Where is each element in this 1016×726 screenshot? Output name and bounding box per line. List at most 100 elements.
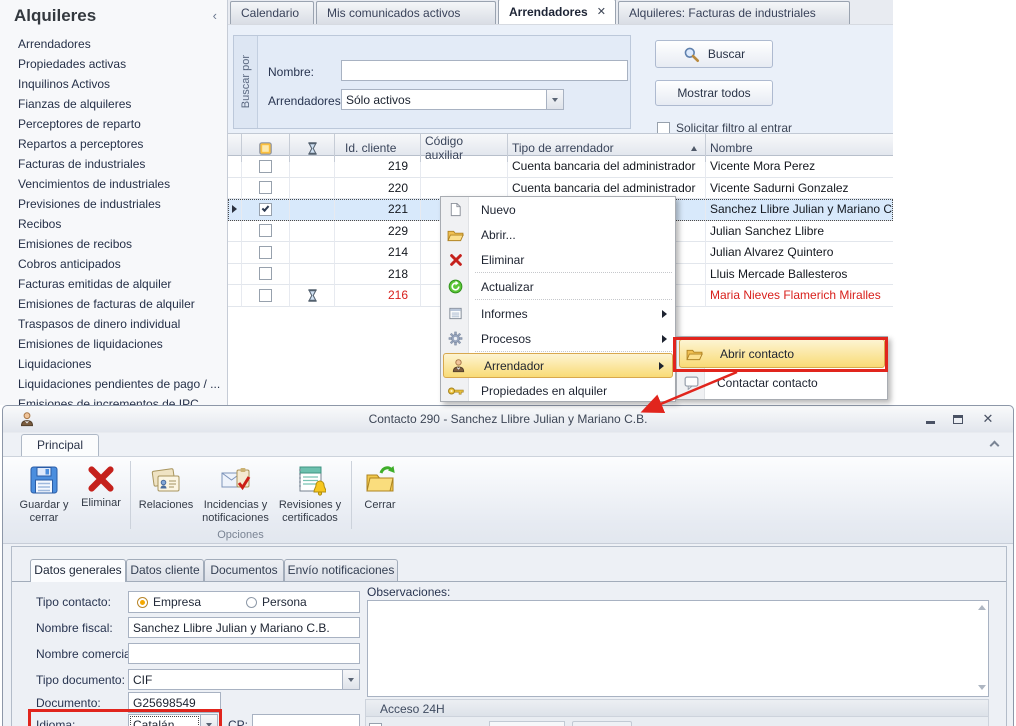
header-select-column[interactable] xyxy=(242,134,290,162)
maximize-button[interactable] xyxy=(947,411,969,427)
menu-item-procesos[interactable]: Procesos xyxy=(441,326,675,351)
col-nombre[interactable]: Nombre xyxy=(706,134,893,162)
sidebar-item-repartos-perceptores[interactable]: Repartos a perceptores xyxy=(0,134,227,154)
tab-alquileres-facturas[interactable]: Alquileres: Facturas de industriales xyxy=(618,1,850,24)
sidebar-item-liquidaciones-pendientes[interactable]: Liquidaciones pendientes de pago / ... xyxy=(0,374,227,394)
tab-envio-notificaciones[interactable]: Envío notificaciones xyxy=(284,559,398,581)
mostrar-todos-button[interactable]: Mostrar todos xyxy=(655,80,773,106)
arrendadores-select[interactable]: Sólo activos xyxy=(341,89,564,110)
ribbon-button-eliminar[interactable]: Eliminar xyxy=(77,461,125,535)
dropdown-arrow-icon[interactable] xyxy=(342,670,359,689)
sidebar-item-recibos[interactable]: Recibos xyxy=(0,214,227,234)
col-tipo-arrendador[interactable]: Tipo de arrendador xyxy=(508,134,706,162)
menu-item-nuevo[interactable]: Nuevo xyxy=(441,197,675,222)
collapse-ribbon-icon[interactable] xyxy=(991,442,999,450)
header-indicator-column xyxy=(228,134,242,162)
menu-item-arrendador[interactable]: Arrendador xyxy=(443,353,673,378)
delete-x-icon xyxy=(449,253,463,267)
dropdown-arrow-icon[interactable] xyxy=(546,90,563,109)
row-selector-checkbox[interactable] xyxy=(259,160,272,173)
sidebar-item-previsiones-industriales[interactable]: Previsiones de industriales xyxy=(0,194,227,214)
tab-close-icon[interactable]: ✕ xyxy=(597,0,606,24)
row-selector-checkbox[interactable] xyxy=(259,289,272,302)
cp-input[interactable] xyxy=(252,714,360,726)
cell-nombre: Sanchez Llibre Julian y Mariano C.B. xyxy=(706,199,893,221)
ribbon-button-incidencias[interactable]: Incidencias y notificaciones xyxy=(199,461,272,535)
menu-item-informes[interactable]: Informes xyxy=(441,301,675,326)
ribbon-button-guardar-cerrar[interactable]: Guardar y cerrar xyxy=(15,461,73,535)
dialog-titlebar[interactable]: Contacto 290 - Sanchez Llibre Julian y M… xyxy=(3,406,1013,433)
observaciones-textarea[interactable] xyxy=(367,600,989,697)
speech-bubble-icon xyxy=(684,376,699,390)
header-select-all-icon xyxy=(259,142,272,155)
submenu-item-abrir-contacto[interactable]: Abrir contacto xyxy=(679,339,885,368)
documento-input[interactable] xyxy=(128,692,221,713)
sidebar-item-facturas-industriales[interactable]: Facturas de industriales xyxy=(0,154,227,174)
contrasena-button[interactable]: Contraseña xyxy=(572,721,632,726)
minimize-button[interactable] xyxy=(919,411,941,427)
tab-calendario[interactable]: Calendario xyxy=(230,1,314,24)
nombre-comercial-input[interactable] xyxy=(128,643,360,664)
nombre-fiscal-input[interactable] xyxy=(128,617,360,638)
observaciones-box xyxy=(367,600,989,697)
radio-persona[interactable] xyxy=(246,597,257,608)
dropdown-arrow-icon[interactable] xyxy=(200,715,217,726)
tab-datos-cliente[interactable]: Datos cliente xyxy=(126,559,204,581)
ribbon-button-relaciones[interactable]: Relaciones xyxy=(137,461,195,535)
sidebar-item-liquidaciones[interactable]: Liquidaciones xyxy=(0,354,227,374)
arrendadores-label: Arrendadores: xyxy=(268,94,344,108)
menu-item-propiedades[interactable]: Propiedades en alquiler xyxy=(441,378,675,403)
row-indicator-icon xyxy=(232,205,237,213)
sidebar-item-arrendadores[interactable]: Arrendadores xyxy=(0,34,227,54)
login-input[interactable] xyxy=(489,721,565,726)
sidebar-item-propiedades-activas[interactable]: Propiedades activas xyxy=(0,54,227,74)
header-pending-column[interactable] xyxy=(290,134,335,162)
sidebar-item-vencimientos-industriales[interactable]: Vencimientos de industriales xyxy=(0,174,227,194)
tipo-documento-select[interactable]: CIF xyxy=(128,669,360,690)
row-selector-checkbox[interactable] xyxy=(259,267,272,280)
ribbon-button-cerrar[interactable]: Cerrar xyxy=(357,461,403,535)
ribbon-tab-principal[interactable]: Principal xyxy=(21,434,99,456)
scroll-up-icon[interactable] xyxy=(978,605,986,610)
mostrar-todos-label: Mostrar todos xyxy=(677,86,750,100)
cell-id: 221 xyxy=(335,199,421,221)
sidebar-item-perceptores-reparto[interactable]: Perceptores de reparto xyxy=(0,114,227,134)
acceso-header: Acceso 24H xyxy=(366,700,988,717)
submenu-item-contactar-contacto[interactable]: Contactar contacto xyxy=(677,368,887,397)
nombre-input[interactable] xyxy=(341,60,628,81)
close-button[interactable]: ✕ xyxy=(977,411,999,427)
sidebar-title: Alquileres xyxy=(14,6,96,26)
sidebar-item-emisiones-recibos[interactable]: Emisiones de recibos xyxy=(0,234,227,254)
idioma-select[interactable]: Catalán xyxy=(128,714,218,726)
col-codigo-auxiliar[interactable]: Código auxiliar xyxy=(421,134,508,162)
tab-datos-generales[interactable]: Datos generales xyxy=(30,559,126,582)
ribbon-button-revisiones[interactable]: Revisiones y certificados xyxy=(274,461,346,535)
scroll-down-icon[interactable] xyxy=(978,685,986,690)
menu-item-actualizar[interactable]: Actualizar xyxy=(441,274,675,299)
app-window: Alquileres ‹ Arrendadores Propiedades ac… xyxy=(0,0,1016,726)
open-folder-icon xyxy=(447,229,464,242)
row-selector-checkbox[interactable] xyxy=(259,224,272,237)
menu-item-eliminar[interactable]: Eliminar xyxy=(441,247,675,272)
sidebar-item-facturas-emitidas[interactable]: Facturas emitidas de alquiler xyxy=(0,274,227,294)
sidebar-item-inquilinos-activos[interactable]: Inquilinos Activos xyxy=(0,74,227,94)
row-selector-checkbox[interactable] xyxy=(259,181,272,194)
sidebar-item-emisiones-liquidaciones[interactable]: Emisiones de liquidaciones xyxy=(0,334,227,354)
sidebar-item-fianzas[interactable]: Fianzas de alquileres xyxy=(0,94,227,114)
tab-documentos[interactable]: Documentos xyxy=(204,559,284,581)
buscar-button[interactable]: Buscar xyxy=(655,40,773,68)
new-page-icon xyxy=(448,202,463,217)
sidebar-item-cobros-anticipados[interactable]: Cobros anticipados xyxy=(0,254,227,274)
tab-arrendadores[interactable]: Arrendadores ✕ xyxy=(498,0,616,24)
row-selector-checkbox[interactable] xyxy=(259,203,272,216)
col-id-cliente[interactable]: Id. cliente xyxy=(335,134,421,162)
sidebar-collapse-icon[interactable]: ‹ xyxy=(213,8,217,23)
observaciones-label: Observaciones: xyxy=(367,585,450,599)
row-selector-checkbox[interactable] xyxy=(259,246,272,259)
gear-icon xyxy=(448,331,463,346)
menu-item-abrir[interactable]: Abrir... xyxy=(441,222,675,247)
sidebar-item-traspasos-dinero[interactable]: Traspasos de dinero individual xyxy=(0,314,227,334)
radio-empresa[interactable] xyxy=(137,597,148,608)
sidebar-item-emisiones-facturas[interactable]: Emisiones de facturas de alquiler xyxy=(0,294,227,314)
tab-mis-comunicados[interactable]: Mis comunicados activos xyxy=(316,1,496,24)
